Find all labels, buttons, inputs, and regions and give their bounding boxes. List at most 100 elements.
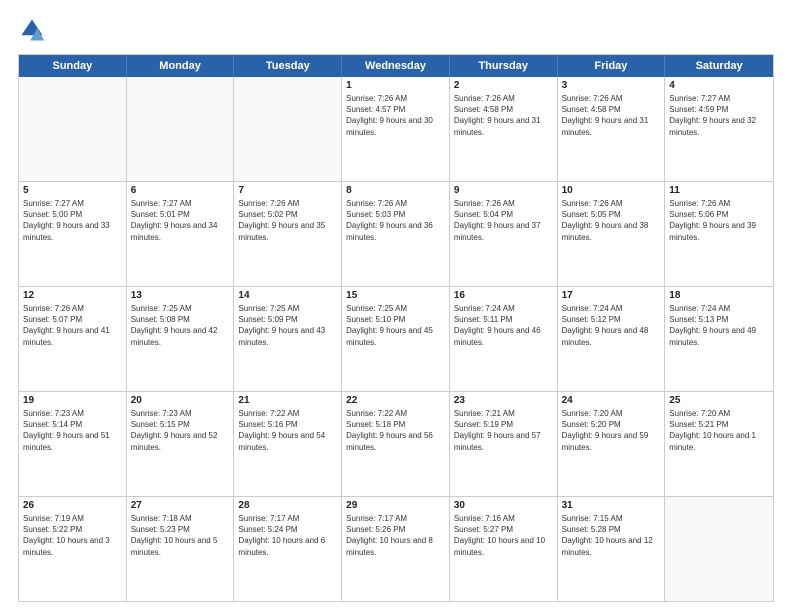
cell-day-number: 5 <box>23 185 122 196</box>
cell-day-number: 18 <box>669 290 769 301</box>
cell-day-number: 6 <box>131 185 230 196</box>
calendar-cell: 17 Sunrise: 7:24 AM Sunset: 5:12 PM Dayli… <box>558 287 666 391</box>
calendar-page: SundayMondayTuesdayWednesdayThursdayFrid… <box>0 0 792 612</box>
calendar-cell: 16 Sunrise: 7:24 AM Sunset: 5:11 PM Dayli… <box>450 287 558 391</box>
calendar-cell: 12 Sunrise: 7:26 AM Sunset: 5:07 PM Dayli… <box>19 287 127 391</box>
cell-sun-info: Sunrise: 7:26 AM Sunset: 5:04 PM Dayligh… <box>454 198 553 243</box>
cell-sun-info: Sunrise: 7:24 AM Sunset: 5:11 PM Dayligh… <box>454 303 553 348</box>
cell-day-number: 26 <box>23 500 122 511</box>
calendar-cell: 24 Sunrise: 7:20 AM Sunset: 5:20 PM Dayli… <box>558 392 666 496</box>
calendar-cell: 27Sunrise: 7:18 AM Sunset: 5:23 PM Dayli… <box>127 497 235 601</box>
cell-day-number: 17 <box>562 290 661 301</box>
cell-sun-info: Sunrise: 7:25 AM Sunset: 5:10 PM Dayligh… <box>346 303 445 348</box>
calendar-cell <box>665 497 773 601</box>
calendar-cell: 22Sunrise: 7:22 AM Sunset: 5:18 PM Dayli… <box>342 392 450 496</box>
cell-day-number: 19 <box>23 395 122 406</box>
cell-day-number: 21 <box>238 395 337 406</box>
cell-sun-info: Sunrise: 7:18 AM Sunset: 5:23 PM Dayligh… <box>131 513 230 558</box>
cell-sun-info: Sunrise: 7:26 AM Sunset: 5:05 PM Dayligh… <box>562 198 661 243</box>
weekday-header-monday: Monday <box>127 55 235 77</box>
cell-day-number: 8 <box>346 185 445 196</box>
cell-day-number: 24 <box>562 395 661 406</box>
calendar-cell: 29 Sunrise: 7:17 AM Sunset: 5:26 PM Dayli… <box>342 497 450 601</box>
cell-sun-info: Sunrise: 7:16 AM Sunset: 5:27 PM Dayligh… <box>454 513 553 558</box>
calendar-cell: 30 Sunrise: 7:16 AM Sunset: 5:27 PM Dayli… <box>450 497 558 601</box>
cell-day-number: 15 <box>346 290 445 301</box>
calendar-cell: 15 Sunrise: 7:25 AM Sunset: 5:10 PM Dayli… <box>342 287 450 391</box>
calendar-week-2: 5 Sunrise: 7:27 AM Sunset: 5:00 PM Daylig… <box>19 182 773 287</box>
calendar-cell: 23 Sunrise: 7:21 AM Sunset: 5:19 PM Dayli… <box>450 392 558 496</box>
cell-sun-info: Sunrise: 7:23 AM Sunset: 5:15 PM Dayligh… <box>131 408 230 453</box>
calendar-week-1: 1Sunrise: 7:26 AM Sunset: 4:57 PM Daylig… <box>19 77 773 182</box>
calendar-cell: 2Sunrise: 7:26 AM Sunset: 4:58 PM Daylig… <box>450 77 558 181</box>
cell-day-number: 3 <box>562 80 661 91</box>
cell-sun-info: Sunrise: 7:26 AM Sunset: 5:07 PM Dayligh… <box>23 303 122 348</box>
cell-sun-info: Sunrise: 7:21 AM Sunset: 5:19 PM Dayligh… <box>454 408 553 453</box>
cell-sun-info: Sunrise: 7:26 AM Sunset: 4:58 PM Dayligh… <box>454 93 553 138</box>
calendar-cell: 14Sunrise: 7:25 AM Sunset: 5:09 PM Dayli… <box>234 287 342 391</box>
calendar-cell: 18 Sunrise: 7:24 AM Sunset: 5:13 PM Dayli… <box>665 287 773 391</box>
calendar-week-5: 26 Sunrise: 7:19 AM Sunset: 5:22 PM Dayli… <box>19 497 773 601</box>
calendar-cell: 21Sunrise: 7:22 AM Sunset: 5:16 PM Dayli… <box>234 392 342 496</box>
calendar-cell: 7Sunrise: 7:26 AM Sunset: 5:02 PM Daylig… <box>234 182 342 286</box>
calendar-cell: 11Sunrise: 7:26 AM Sunset: 5:06 PM Dayli… <box>665 182 773 286</box>
cell-day-number: 9 <box>454 185 553 196</box>
cell-sun-info: Sunrise: 7:24 AM Sunset: 5:13 PM Dayligh… <box>669 303 769 348</box>
cell-sun-info: Sunrise: 7:27 AM Sunset: 4:59 PM Dayligh… <box>669 93 769 138</box>
cell-day-number: 30 <box>454 500 553 511</box>
cell-sun-info: Sunrise: 7:23 AM Sunset: 5:14 PM Dayligh… <box>23 408 122 453</box>
calendar-cell: 20Sunrise: 7:23 AM Sunset: 5:15 PM Dayli… <box>127 392 235 496</box>
calendar-cell: 6 Sunrise: 7:27 AM Sunset: 5:01 PM Daylig… <box>127 182 235 286</box>
weekday-header-thursday: Thursday <box>450 55 558 77</box>
calendar-header: SundayMondayTuesdayWednesdayThursdayFrid… <box>19 55 773 77</box>
calendar-cell: 19 Sunrise: 7:23 AM Sunset: 5:14 PM Dayli… <box>19 392 127 496</box>
cell-sun-info: Sunrise: 7:15 AM Sunset: 5:28 PM Dayligh… <box>562 513 661 558</box>
cell-sun-info: Sunrise: 7:17 AM Sunset: 5:24 PM Dayligh… <box>238 513 337 558</box>
cell-sun-info: Sunrise: 7:20 AM Sunset: 5:20 PM Dayligh… <box>562 408 661 453</box>
calendar-cell <box>127 77 235 181</box>
cell-sun-info: Sunrise: 7:17 AM Sunset: 5:26 PM Dayligh… <box>346 513 445 558</box>
page-header <box>18 16 774 44</box>
cell-sun-info: Sunrise: 7:25 AM Sunset: 5:08 PM Dayligh… <box>131 303 230 348</box>
calendar-cell: 28 Sunrise: 7:17 AM Sunset: 5:24 PM Dayli… <box>234 497 342 601</box>
weekday-header-wednesday: Wednesday <box>342 55 450 77</box>
cell-day-number: 28 <box>238 500 337 511</box>
calendar-cell: 8 Sunrise: 7:26 AM Sunset: 5:03 PM Daylig… <box>342 182 450 286</box>
calendar-cell: 26 Sunrise: 7:19 AM Sunset: 5:22 PM Dayli… <box>19 497 127 601</box>
logo-icon <box>18 16 46 44</box>
cell-sun-info: Sunrise: 7:24 AM Sunset: 5:12 PM Dayligh… <box>562 303 661 348</box>
cell-day-number: 7 <box>238 185 337 196</box>
cell-day-number: 16 <box>454 290 553 301</box>
cell-day-number: 4 <box>669 80 769 91</box>
cell-day-number: 23 <box>454 395 553 406</box>
cell-sun-info: Sunrise: 7:25 AM Sunset: 5:09 PM Dayligh… <box>238 303 337 348</box>
calendar-cell: 9 Sunrise: 7:26 AM Sunset: 5:04 PM Daylig… <box>450 182 558 286</box>
calendar-cell: 10 Sunrise: 7:26 AM Sunset: 5:05 PM Dayli… <box>558 182 666 286</box>
calendar-week-3: 12 Sunrise: 7:26 AM Sunset: 5:07 PM Dayli… <box>19 287 773 392</box>
cell-day-number: 13 <box>131 290 230 301</box>
cell-sun-info: Sunrise: 7:26 AM Sunset: 5:03 PM Dayligh… <box>346 198 445 243</box>
weekday-header-sunday: Sunday <box>19 55 127 77</box>
calendar-cell: 13 Sunrise: 7:25 AM Sunset: 5:08 PM Dayli… <box>127 287 235 391</box>
calendar-cell: 31 Sunrise: 7:15 AM Sunset: 5:28 PM Dayli… <box>558 497 666 601</box>
cell-sun-info: Sunrise: 7:26 AM Sunset: 5:06 PM Dayligh… <box>669 198 769 243</box>
cell-sun-info: Sunrise: 7:19 AM Sunset: 5:22 PM Dayligh… <box>23 513 122 558</box>
cell-day-number: 29 <box>346 500 445 511</box>
calendar: SundayMondayTuesdayWednesdayThursdayFrid… <box>18 54 774 602</box>
calendar-cell: 5 Sunrise: 7:27 AM Sunset: 5:00 PM Daylig… <box>19 182 127 286</box>
weekday-header-saturday: Saturday <box>665 55 773 77</box>
calendar-cell: 4 Sunrise: 7:27 AM Sunset: 4:59 PM Daylig… <box>665 77 773 181</box>
calendar-cell <box>19 77 127 181</box>
cell-day-number: 25 <box>669 395 769 406</box>
calendar-body: 1Sunrise: 7:26 AM Sunset: 4:57 PM Daylig… <box>19 77 773 601</box>
cell-sun-info: Sunrise: 7:20 AM Sunset: 5:21 PM Dayligh… <box>669 408 769 453</box>
cell-day-number: 10 <box>562 185 661 196</box>
calendar-cell: 3Sunrise: 7:26 AM Sunset: 4:58 PM Daylig… <box>558 77 666 181</box>
cell-sun-info: Sunrise: 7:27 AM Sunset: 5:00 PM Dayligh… <box>23 198 122 243</box>
calendar-cell: 25 Sunrise: 7:20 AM Sunset: 5:21 PM Dayli… <box>665 392 773 496</box>
cell-day-number: 1 <box>346 80 445 91</box>
cell-day-number: 31 <box>562 500 661 511</box>
calendar-cell <box>234 77 342 181</box>
cell-day-number: 12 <box>23 290 122 301</box>
cell-sun-info: Sunrise: 7:27 AM Sunset: 5:01 PM Dayligh… <box>131 198 230 243</box>
